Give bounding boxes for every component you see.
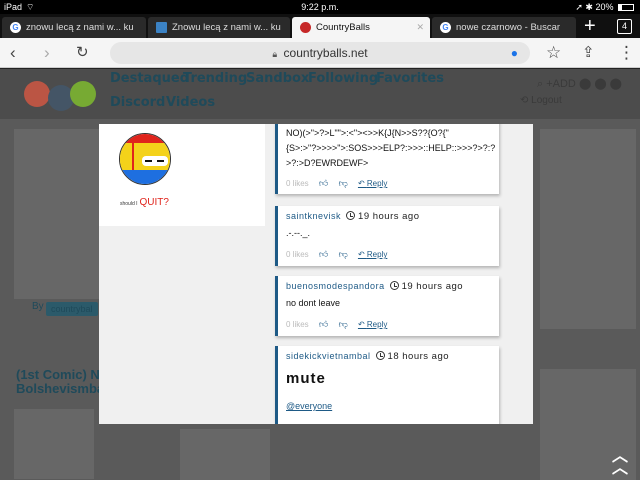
tab-2[interactable]: Znowu lecą z nami w... ku — [148, 17, 290, 38]
tab-title: nowe czarnowo - Buscar — [456, 22, 561, 33]
comment-author[interactable]: saintknevisk 19 hours ago — [286, 211, 420, 222]
tab-3-active[interactable]: CountryBalls ✕ — [292, 17, 430, 38]
comment-text: .-.--._. — [286, 228, 310, 238]
thumbs-up-icon[interactable]: 👍︎ — [319, 178, 328, 188]
google-icon: G — [440, 22, 451, 33]
clock-icon — [375, 351, 385, 360]
comment-text: NO)(>">?>L"">:<"><>>K{J{N>>S??{O?{" {S>:… — [286, 128, 496, 168]
comment-actions: 0 likes 👍︎ 👎︎ ↶ Reply — [286, 249, 387, 260]
comment-card: NO)(>">?>L"">:<"><>>K{J{N>>S??{O?{" {S>:… — [275, 124, 499, 194]
site-logo — [20, 73, 102, 113]
reply-link[interactable]: ↶ Reply — [358, 320, 387, 329]
thumbs-down-icon[interactable]: 👎︎ — [339, 178, 348, 188]
bluetooth-icon: ✱ — [585, 2, 593, 12]
clock-icon — [389, 281, 399, 290]
reply-link[interactable]: ↶ Reply — [358, 250, 387, 259]
browser-toolbar: ‹ › ↻ 🔒︎ countryballs.net ● ☆ ⇪ ⋮ — [0, 38, 640, 68]
tab-title: Znowu lecą z nami w... ku — [172, 22, 281, 33]
likes-count: 0 likes — [286, 179, 309, 188]
comment-big-text: mute — [286, 370, 326, 387]
thumbs-up-icon[interactable]: 👍︎ — [319, 249, 328, 259]
comment-time: 19 hours ago — [358, 211, 420, 222]
comment-card: sidekickvietnambal 18 hours ago mute @eve… — [275, 346, 499, 424]
bg-author-chip: countrybal — [46, 302, 98, 316]
bookmark-star-icon[interactable]: ☆ — [546, 41, 561, 65]
tab-strip: G znowu lecą z nami w... ku Znowu lecą z… — [0, 14, 640, 38]
scroll-to-top-icon[interactable]: ︿ ︿ — [612, 449, 628, 477]
site-nav: Destaqued Trending Sandbox Following Fav… — [0, 69, 640, 119]
new-tab-button[interactable]: + — [584, 14, 596, 38]
thumbs-up-icon[interactable]: 👍︎ — [319, 319, 328, 329]
url-text: countryballs.net — [283, 46, 368, 60]
nav-link-trending[interactable]: Trending — [183, 71, 247, 86]
tab-4[interactable]: G nowe czarnowo - Buscar — [432, 17, 576, 38]
clock-icon — [346, 211, 356, 220]
add-button[interactable]: +ADD — [546, 78, 576, 90]
reload-icon[interactable]: ↻ — [76, 41, 89, 65]
share-icon[interactable]: ⇪ — [582, 41, 595, 65]
bg-post-title-1: (1st Comic) N — [16, 367, 100, 382]
comic-small-text: should I — [120, 201, 138, 207]
comic-modal: should I QUIT? NO)(>">?>L"">:<"><>>K{J{N>… — [99, 124, 533, 424]
forward-icon[interactable]: › — [44, 41, 50, 65]
back-icon[interactable]: ‹ — [10, 41, 16, 65]
bg-thumb-1 — [14, 409, 94, 479]
comic-caption: should I QUIT? — [120, 197, 169, 208]
nav-link-following[interactable]: Following — [308, 71, 378, 86]
mention-link[interactable]: @everyone — [286, 401, 332, 411]
close-tab-icon[interactable]: ✕ — [416, 17, 424, 38]
battery-status: ➚ ✱ 20% — [575, 0, 634, 14]
comment-actions: 0 likes 👍︎ 👎︎ ↶ Reply — [286, 178, 387, 189]
comment-time: 19 hours ago — [401, 281, 464, 292]
nav-link-favorites[interactable]: Favorites — [376, 71, 444, 86]
bg-thumb-2 — [180, 429, 270, 480]
clock-text: 9:22 p.m. — [301, 2, 339, 12]
nav-link-discord[interactable]: Discord — [110, 95, 165, 110]
tab-title: CountryBalls — [316, 22, 370, 33]
status-bar: iPad ⌔ 9:22 p.m. ➚ ✱ 20% — [0, 0, 640, 14]
bg-by-label: By — [32, 301, 44, 312]
nav-social: ⌕ +ADD ⬤ ⬤ ⬤ — [537, 77, 622, 91]
tab-1[interactable]: G znowu lecą z nami w... ku — [2, 17, 146, 38]
comic-big-text: QUIT? — [139, 197, 169, 208]
page-icon — [156, 22, 167, 33]
bg-post-title-2: Bolshevismba — [16, 381, 105, 396]
battery-icon — [618, 4, 634, 12]
google-icon: G — [10, 22, 21, 33]
nav-link-sandbox[interactable]: Sandbox — [246, 71, 309, 86]
reply-link[interactable]: ↶ Reply — [358, 179, 387, 188]
comment-author[interactable]: sidekickvietnambal 18 hours ago — [286, 351, 449, 362]
bg-post-card — [14, 129, 102, 299]
social-icons: ⬤ ⬤ ⬤ — [578, 78, 622, 90]
battery-percent: 20% — [595, 2, 614, 12]
nav-link-destaqued[interactable]: Destaqued — [110, 71, 189, 86]
tab-count-button[interactable]: 4 — [617, 19, 632, 34]
more-menu-icon[interactable]: ⋮ — [618, 41, 635, 65]
comment-card: buenosmodespandora 19 hours ago no dont l… — [275, 276, 499, 336]
bg-side-card — [540, 129, 636, 329]
lock-icon: 🔒︎ — [272, 49, 278, 59]
microphone-icon[interactable]: ● — [511, 42, 518, 64]
likes-count: 0 likes — [286, 320, 309, 329]
countryball-image — [119, 133, 171, 185]
comment-actions: 0 likes 👍︎ 👎︎ ↶ Reply — [286, 319, 387, 330]
logout-link[interactable]: ⟲ Logout — [520, 95, 562, 106]
search-icon[interactable]: ⌕ — [537, 78, 543, 90]
comment-text: no dont leave — [286, 298, 341, 308]
nav-link-videos[interactable]: Videos — [166, 95, 215, 110]
comment-card: saintknevisk 19 hours ago .-.--._. 0 like… — [275, 206, 499, 266]
likes-count: 0 likes — [286, 250, 309, 259]
thumbs-down-icon[interactable]: 👎︎ — [339, 319, 348, 329]
location-icon: ➚ — [575, 2, 583, 12]
comic-panel: should I QUIT? — [99, 124, 265, 226]
thumbs-down-icon[interactable]: 👎︎ — [339, 249, 348, 259]
countryballs-icon — [300, 22, 311, 33]
tab-title: znowu lecą z nami w... ku — [26, 22, 134, 33]
comment-time: 18 hours ago — [387, 351, 450, 362]
comment-author[interactable]: buenosmodespandora 19 hours ago — [286, 281, 463, 292]
address-bar[interactable]: 🔒︎ countryballs.net ● — [110, 42, 530, 64]
